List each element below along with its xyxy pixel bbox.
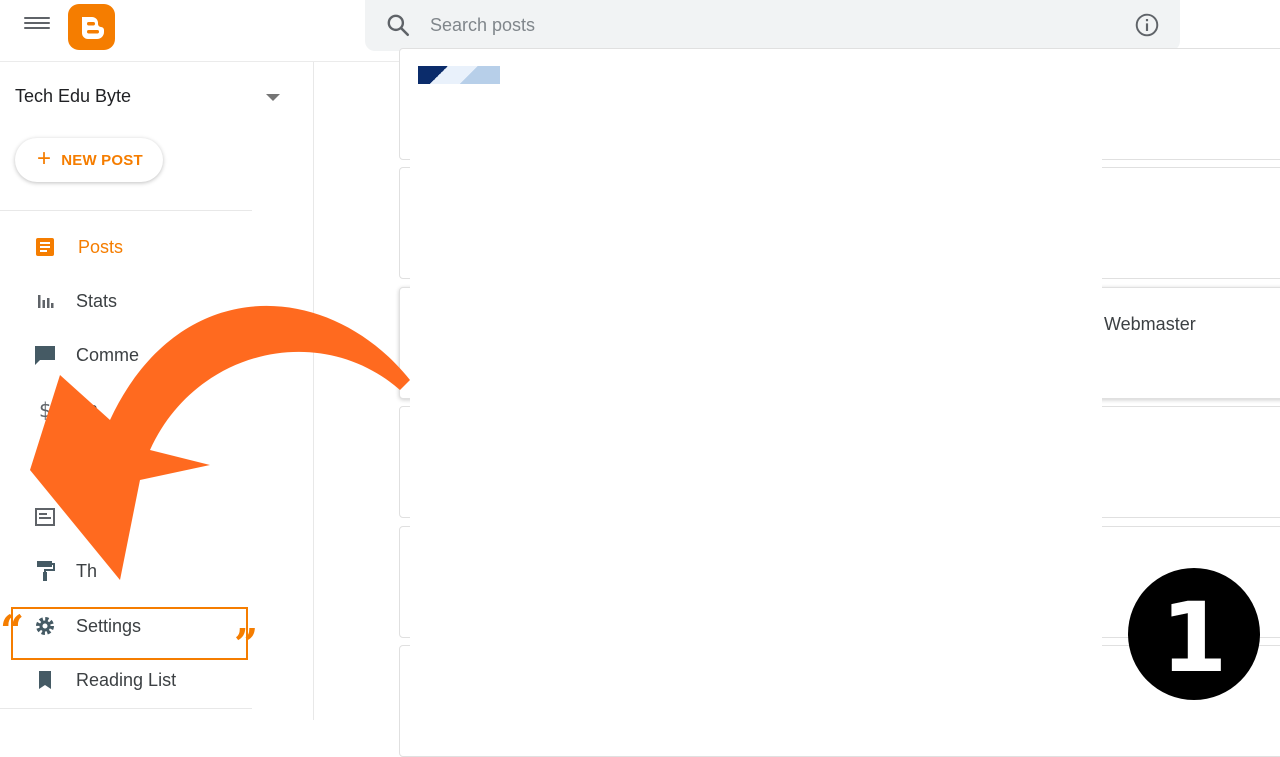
bookmark-icon [39,671,51,689]
paint-roller-icon [37,561,55,581]
info-icon[interactable] [1134,12,1160,38]
sidebar-item-layout[interactable] [0,497,300,537]
step-number: 1 [1160,582,1228,694]
close-quote-mark: ” [234,620,259,669]
hamburger-line [24,22,50,24]
sidebar-item-earnings[interactable]: $ Ea [0,389,300,429]
post-author: y Webmaster [1090,314,1196,334]
sidebar-item-stats[interactable]: Stats [0,281,300,321]
main-menu-button[interactable] [24,14,50,34]
sidebar-item-comments[interactable]: Comme [0,335,300,375]
sidebar-item-pages[interactable] [0,443,300,483]
hamburger-line [24,17,50,19]
search-bar[interactable]: Search posts [365,0,1180,51]
sidebar-item-label: Th [76,561,98,581]
settings-highlight-box [11,607,248,660]
blog-selector[interactable]: Tech Edu Byte [15,86,131,107]
hamburger-line [24,27,50,29]
svg-text:$: $ [39,398,52,421]
search-input[interactable]: Search posts [430,15,535,36]
blank-overlay-panel [410,62,1102,720]
sidebar-divider [0,210,252,211]
open-quote-mark: “ [0,606,25,655]
search-icon[interactable] [385,12,411,38]
posts-icon [36,238,54,256]
post-thumbnail [418,66,500,84]
step-number-badge: 1 [1128,568,1260,700]
sidebar-item-label: Comme [76,345,140,365]
sidebar-item-label: Stats [76,291,118,311]
sidebar-item-label: Posts [78,237,124,257]
plus-icon: + [37,145,52,172]
sidebar-item-theme[interactable]: Th [0,551,300,591]
dropdown-caret-icon[interactable] [266,94,280,101]
blogger-logo[interactable] [68,4,115,50]
layout-icon [35,508,55,526]
stats-icon [38,295,54,308]
sidebar-divider [0,708,252,709]
new-post-label: NEW POST [61,151,143,169]
dollar-icon: $ [39,398,52,421]
new-post-button[interactable]: + NEW POST [15,138,163,182]
sidebar-item-posts[interactable]: Posts [0,227,300,267]
sidebar-item-label: Reading List [76,670,177,690]
blogger-b-icon [82,17,104,39]
pages-icon [35,452,56,474]
sidebar-item-label: Ea [76,399,99,419]
comments-icon [35,346,55,365]
